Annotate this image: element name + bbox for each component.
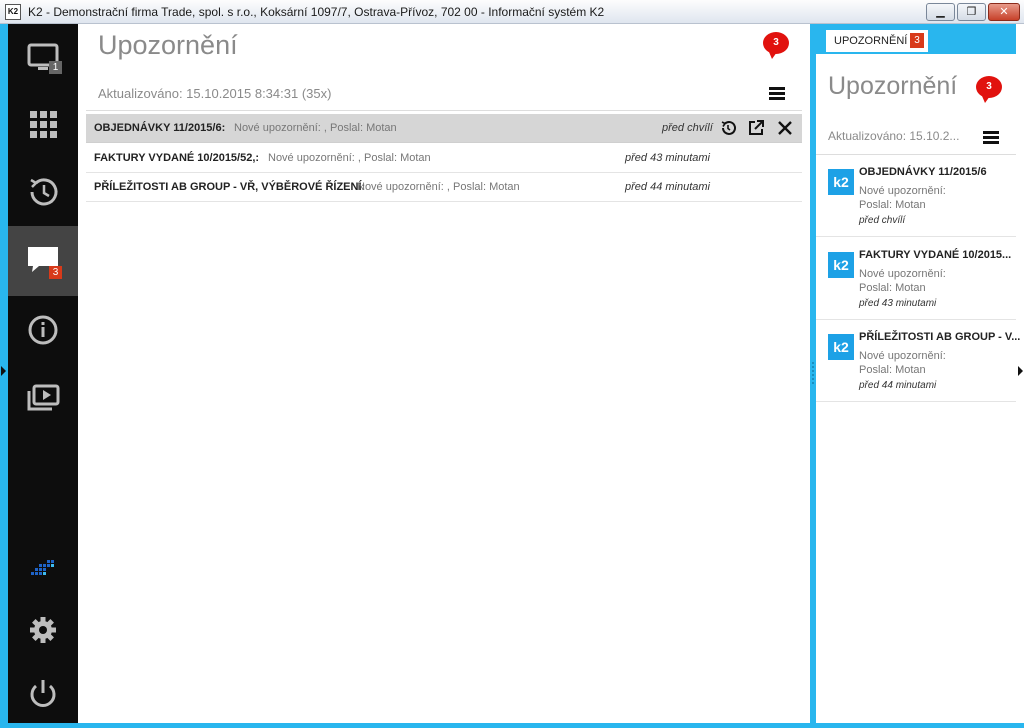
card-sender: Poslal: Motan: [859, 282, 926, 294]
notification-row[interactable]: OBJEDNÁVKY 11/2015/6: Nové upozornění: ,…: [86, 114, 802, 143]
main-panel: Upozornění 3 Aktualizováno: 15.10.2015 8…: [78, 24, 810, 728]
k2-logo-icon: k2: [828, 169, 854, 195]
notification-description: Nové upozornění: , Poslal: Motan: [357, 181, 520, 193]
notification-row[interactable]: PŘÍLEŽITOSTI AB GROUP - VŘ, VÝBĚROVÉ ŘÍZ…: [86, 173, 802, 202]
notification-row[interactable]: FAKTURY VYDANÉ 10/2015/52,: Nové upozorn…: [86, 144, 802, 173]
notification-card[interactable]: k2 PŘÍLEŽITOSTI AB GROUP - V... Nové upo…: [816, 320, 1020, 402]
sidebar: 1 3: [8, 24, 78, 728]
notification-card[interactable]: k2 FAKTURY VYDANÉ 10/2015... Nové upozor…: [816, 238, 1016, 320]
sidebar-badge: 3: [49, 266, 62, 279]
k2-brand-icon: [31, 560, 54, 575]
splitter-grip-icon[interactable]: [812, 362, 814, 384]
notification-description: Nové upozornění: , Poslal: Motan: [234, 122, 397, 134]
updated-status: Aktualizováno: 15.10.2...: [828, 129, 960, 143]
notification-description: Nové upozornění: , Poslal: Motan: [268, 152, 431, 164]
menu-icon[interactable]: [769, 87, 785, 101]
tab-label: UPOZORNĚNÍ: [834, 35, 908, 47]
info-icon: [28, 315, 58, 345]
k2-logo-icon: k2: [828, 334, 854, 360]
apps-grid-icon: [30, 111, 57, 138]
menu-icon[interactable]: [983, 131, 999, 145]
sidebar-badge: 1: [49, 61, 62, 74]
history-icon: [30, 178, 58, 206]
open-external-icon[interactable]: [747, 119, 765, 137]
window-title: K2 - Demonstrační firma Trade, spol. s r…: [28, 5, 605, 19]
sidebar-item-power[interactable]: [8, 660, 78, 728]
snooze-clock-icon[interactable]: [719, 119, 737, 137]
maximize-button[interactable]: ❐: [957, 3, 986, 21]
divider: [86, 110, 802, 111]
notification-subject: OBJEDNÁVKY 11/2015/6:: [94, 122, 226, 134]
bottom-frame-edge: [0, 723, 1024, 728]
card-time: před 44 minutami: [859, 380, 937, 391]
notification-count-badge: 3: [976, 76, 1002, 103]
card-title: FAKTURY VYDANÉ 10/2015...: [859, 249, 1012, 261]
close-icon[interactable]: [776, 119, 794, 137]
card-description: Nové upozornění:: [859, 185, 946, 197]
updated-status: Aktualizováno: 15.10.2015 8:34:31 (35x): [98, 86, 332, 101]
panel-title: Upozornění: [828, 72, 958, 100]
media-library-icon: [27, 384, 60, 411]
card-time: před 43 minutami: [859, 298, 937, 309]
expand-left-arrow-icon[interactable]: [1, 366, 6, 376]
sidebar-item-apps[interactable]: [8, 90, 78, 160]
notification-time: před chvílí: [662, 122, 713, 134]
card-sender: Poslal: Motan: [859, 364, 926, 376]
close-button[interactable]: ✕: [988, 3, 1020, 21]
right-panel: Upozornění 3 Aktualizováno: 15.10.2... k…: [816, 54, 1020, 724]
expand-right-arrow-icon[interactable]: [1018, 366, 1023, 376]
notification-time: před 43 minutami: [625, 152, 710, 164]
card-title: OBJEDNÁVKY 11/2015/6: [859, 166, 987, 178]
sidebar-item-desktop[interactable]: 1: [8, 24, 78, 94]
left-frame-edge: [0, 24, 8, 728]
minimize-button[interactable]: ▁: [926, 3, 955, 21]
sidebar-item-info[interactable]: [8, 296, 78, 366]
notification-card[interactable]: k2 OBJEDNÁVKY 11/2015/6 Nové upozornění:…: [816, 155, 1016, 237]
page-title: Upozornění: [98, 30, 238, 60]
notification-time: před 44 minutami: [625, 181, 710, 193]
card-time: před chvílí: [859, 215, 906, 226]
card-description: Nové upozornění:: [859, 268, 946, 280]
settings-icon: [30, 617, 56, 643]
card-sender: Poslal: Motan: [859, 199, 926, 211]
power-icon: [30, 680, 56, 707]
k2-logo-icon: k2: [828, 252, 854, 278]
card-description: Nové upozornění:: [859, 350, 946, 362]
sidebar-item-history[interactable]: [8, 158, 78, 228]
notification-count-badge: 3: [763, 32, 789, 59]
k2-app-icon[interactable]: K2: [5, 4, 21, 20]
tab-notifications[interactable]: UPOZORNĚNÍ 3: [826, 30, 928, 52]
sidebar-item-notifications[interactable]: 3: [8, 226, 78, 296]
tab-badge: 3: [910, 33, 924, 48]
k2-brand-logo: [8, 534, 78, 604]
card-title: PŘÍLEŽITOSTI AB GROUP - V...: [859, 331, 1021, 343]
notification-subject: PŘÍLEŽITOSTI AB GROUP - VŘ, VÝBĚROVÉ ŘÍZ…: [94, 181, 366, 193]
sidebar-item-media[interactable]: [8, 364, 78, 434]
sidebar-item-settings[interactable]: [8, 596, 78, 666]
notification-subject: FAKTURY VYDANÉ 10/2015/52,:: [94, 152, 260, 164]
window-titlebar: K2 K2 - Demonstrační firma Trade, spol. …: [0, 0, 1024, 24]
